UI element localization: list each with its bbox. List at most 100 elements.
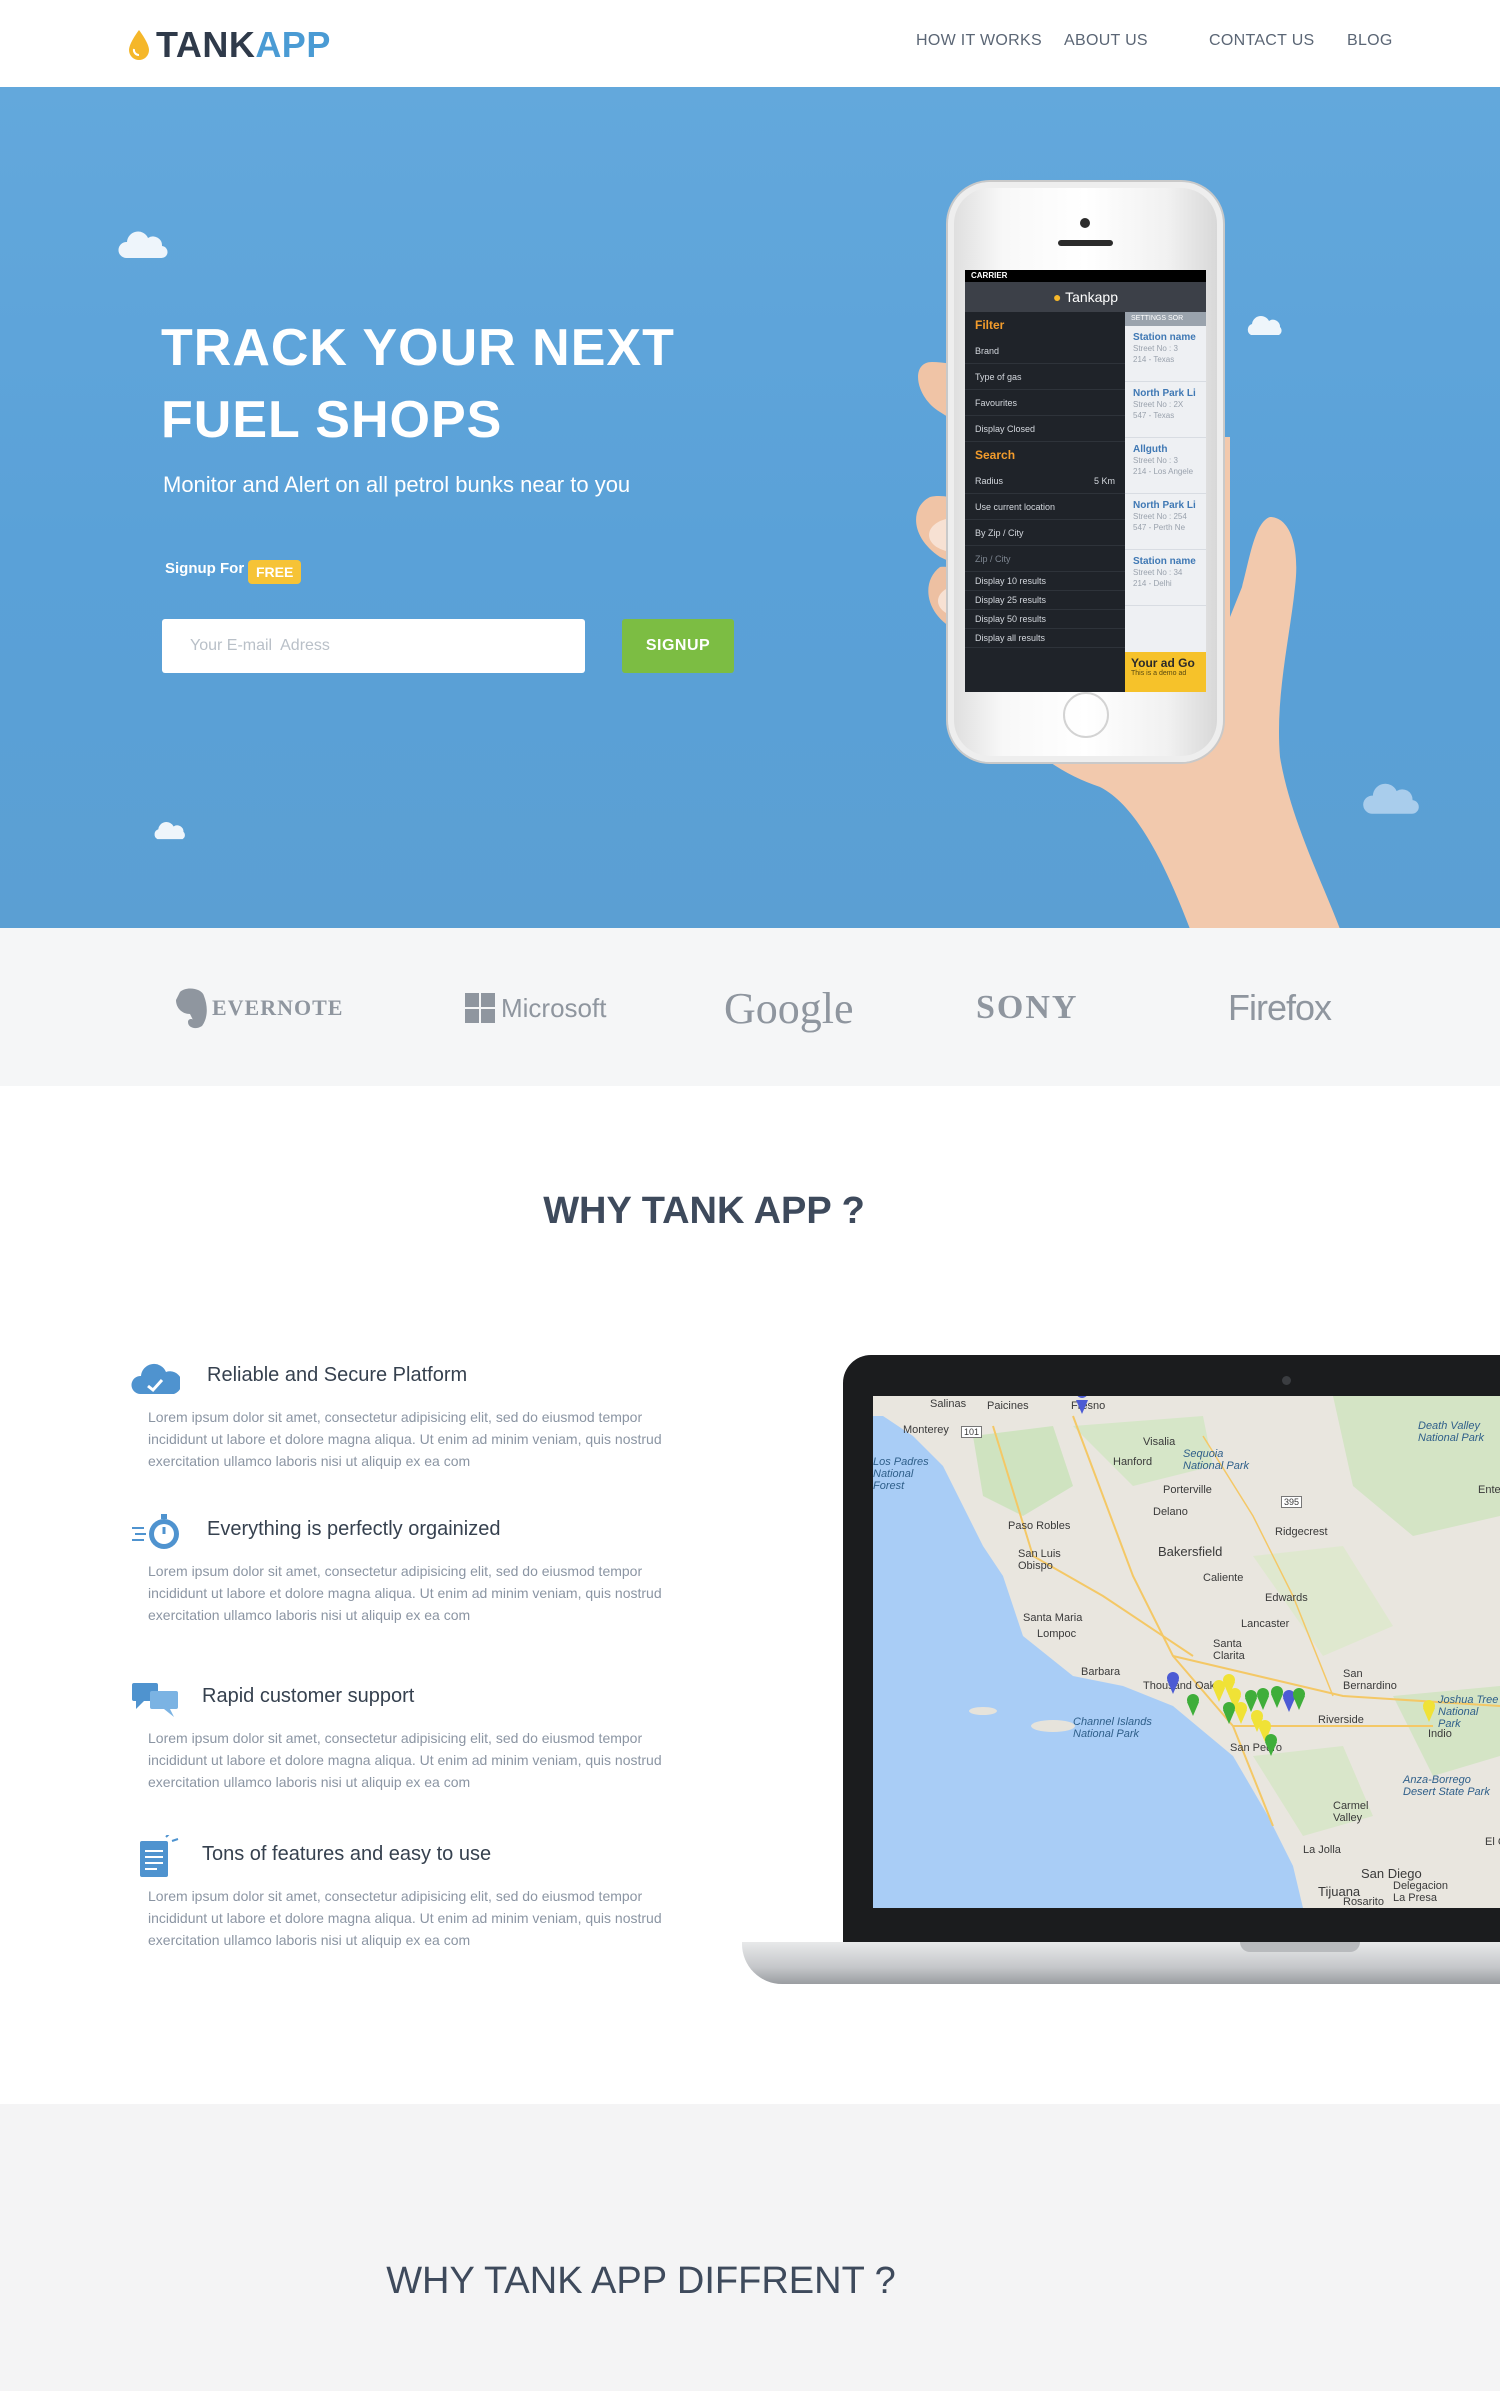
map-pin-icon[interactable] <box>1265 1734 1277 1756</box>
partner-firefox-logo: Firefox <box>1228 987 1332 1028</box>
fuel-drop-icon: ● <box>1052 289 1062 305</box>
map-pin-icon[interactable] <box>1423 1700 1435 1722</box>
phone-tab-settings[interactable]: SETTINGS <box>1131 315 1166 322</box>
phone-mockup: CARRIER ● Tankapp Filter Brand Type of g… <box>948 182 1223 762</box>
map-pin-icon[interactable] <box>1076 1396 1088 1414</box>
partner-evernote-text: EVERNOTE <box>212 995 344 1020</box>
station-name: Allguth <box>1133 444 1168 455</box>
map-pin-icon[interactable] <box>1293 1688 1305 1710</box>
partner-sony-logo: SONY <box>976 989 1079 1026</box>
partner-evernote-logo: EVERNOTE <box>172 986 343 1030</box>
logo-text-part1: TANK <box>156 24 256 65</box>
feature-body: Lorem ipsum dolor sit amet, consectetur … <box>148 1730 662 1790</box>
map-pin-icon[interactable] <box>1271 1686 1283 1708</box>
chat-bubbles-icon <box>132 1683 178 1717</box>
station-city: 547 - Perth Ne <box>1133 523 1186 532</box>
station-name: North Park Li <box>1133 388 1196 399</box>
why-section-title: WHY TANK APP ? <box>543 1190 865 1232</box>
phone-display-option[interactable]: Display 10 results <box>965 572 1125 591</box>
phone-ad-title: Your ad Go <box>1131 656 1195 670</box>
document-icon <box>140 1835 179 1877</box>
phone-display-option[interactable]: Display all results <box>965 629 1125 648</box>
phone-screen: CARRIER ● Tankapp Filter Brand Type of g… <box>965 270 1206 692</box>
nav-about-us[interactable]: ABOUT US <box>1064 32 1148 50</box>
laptop-base <box>742 1942 1500 1984</box>
phone-app-header: ● Tankapp <box>965 282 1206 312</box>
cloud-icon <box>1363 783 1419 814</box>
logo[interactable]: TANKAPP <box>128 24 331 66</box>
phone-search-label: Search <box>975 448 1016 462</box>
partner-microsoft-logo: Microsoft <box>465 986 606 1030</box>
signup-button[interactable]: SIGNUP <box>622 619 734 673</box>
phone-tab-sort[interactable]: SOR <box>1168 315 1183 322</box>
station-city: 214 - Texas <box>1133 355 1175 364</box>
station-street: Street No : 3 <box>1133 344 1178 353</box>
stopwatch-icon <box>132 1514 179 1549</box>
map-pin-icon[interactable] <box>1223 1702 1235 1724</box>
phone-display-option[interactable]: Display 25 results <box>965 591 1125 610</box>
phone-home-button <box>1063 692 1109 738</box>
map-pin-icon[interactable] <box>1257 1688 1269 1710</box>
cloud-icon <box>131 1363 180 1394</box>
station-street: Street No : 3 <box>1133 456 1178 465</box>
feature-title: Reliable and Secure Platform <box>207 1364 468 1386</box>
phone-camera <box>1080 218 1090 228</box>
phone-status-bar: CARRIER <box>965 270 1206 282</box>
map-pin-icon[interactable] <box>1187 1694 1199 1716</box>
partner-google-logo: Google <box>724 983 854 1033</box>
fuel-drop-icon <box>129 30 149 60</box>
feature-body: Lorem ipsum dolor sit amet, consectetur … <box>148 1888 662 1948</box>
phone-display-option[interactable]: Display 50 results <box>965 610 1125 629</box>
cloud-icon <box>118 231 168 259</box>
logo-text: TANKAPP <box>156 24 331 66</box>
phone-filter-row[interactable]: Display Closed <box>965 416 1125 442</box>
phone-option-row[interactable]: Use current location <box>965 494 1125 520</box>
free-badge: FREE <box>248 560 302 584</box>
phone-ad-banner[interactable]: Your ad Go This is a demo ad <box>1125 652 1206 692</box>
map-screen: Salinas Paicines Fresno Monterey Visalia… <box>873 1396 1500 1908</box>
logo-text-part2: APP <box>255 24 331 65</box>
phone-radius-row[interactable]: Radius 5 Km <box>965 468 1125 494</box>
map-pin-icon[interactable] <box>1213 1680 1225 1702</box>
phone-filter-row[interactable]: Type of gas <box>965 364 1125 390</box>
phone-zip-input[interactable]: Zip / City <box>965 546 1125 572</box>
nav-how-it-works[interactable]: HOW IT WORKS <box>916 32 1042 50</box>
phone-option-row[interactable]: By Zip / City <box>965 520 1125 546</box>
feature-body: Lorem ipsum dolor sit amet, consectetur … <box>148 1409 662 1469</box>
signup-for-label: Signup For <box>165 560 245 577</box>
station-city: 214 - Los Angele <box>1133 467 1194 476</box>
phone-filter-label: Filter <box>975 318 1005 332</box>
phone-station-item[interactable]: Allguth Street No : 3 214 - Los Angele <box>1125 438 1206 494</box>
station-name: North Park Li <box>1133 500 1196 511</box>
email-input[interactable] <box>162 619 585 673</box>
nav-blog[interactable]: BLOG <box>1347 32 1393 50</box>
hero-title-line1: TRACK YOUR NEXT <box>161 319 675 377</box>
phone-filter-row[interactable]: Favourites <box>965 390 1125 416</box>
station-city: 214 - Delhi <box>1133 579 1172 588</box>
map-pin-icon[interactable] <box>1167 1672 1179 1694</box>
phone-filter-panel: Filter Brand Type of gas Favourites Disp… <box>965 312 1125 692</box>
evernote-elephant-icon <box>176 988 207 1029</box>
phone-station-item[interactable]: Station name Street No : 3 214 - Texas <box>1125 326 1206 382</box>
cloud-icon <box>154 822 185 840</box>
different-section-title: WHY TANK APP DIFFRENT ? <box>386 2260 896 2302</box>
hero-title: TRACK YOUR NEXT FUEL SHOPS <box>161 312 721 456</box>
feature-title: Tons of features and easy to use <box>202 1843 492 1865</box>
phone-radius-value: 5 Km <box>1093 476 1115 486</box>
phone-station-item[interactable]: Station name Street No : 34 214 - Delhi <box>1125 550 1206 606</box>
nav-contact-us[interactable]: CONTACT US <box>1209 32 1315 50</box>
phone-ad-subtitle: This is a demo ad <box>1131 670 1187 677</box>
feature-title: Rapid customer support <box>202 1685 415 1707</box>
phone-filter-row[interactable]: Brand <box>965 338 1125 364</box>
partners-strip: EVERNOTE Microsoft Google SONY Firefox <box>0 928 1500 1086</box>
microsoft-windows-icon <box>465 993 495 1023</box>
map-pin-icon[interactable] <box>1235 1702 1247 1724</box>
station-street: Street No : 2X <box>1133 400 1184 409</box>
station-city: 547 - Texas <box>1133 411 1175 420</box>
partner-microsoft-text: Microsoft <box>501 992 607 1023</box>
phone-station-item[interactable]: North Park Li Street No : 254 547 - Pert… <box>1125 494 1206 550</box>
different-section <box>0 2104 1500 2391</box>
phone-station-item[interactable]: North Park Li Street No : 2X 547 - Texas <box>1125 382 1206 438</box>
feature-body: Lorem ipsum dolor sit amet, consectetur … <box>148 1563 662 1623</box>
hero-section: TRACK YOUR NEXT FUEL SHOPS Monitor and A… <box>0 87 1500 928</box>
